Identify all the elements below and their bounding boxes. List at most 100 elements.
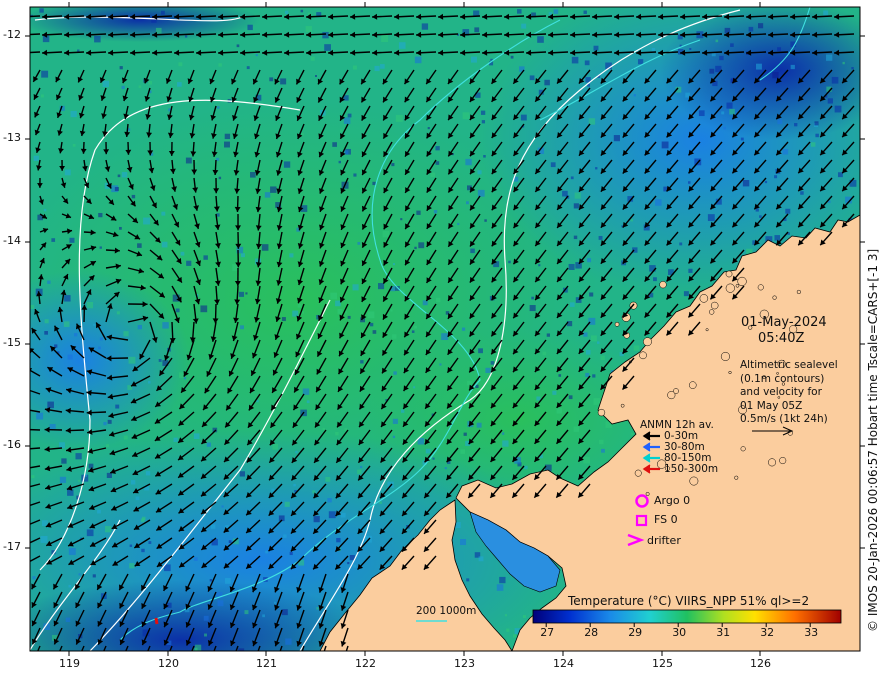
speckle-pixel	[244, 610, 249, 615]
colorbar-tick-label: 31	[716, 626, 731, 639]
speckle-pixel	[484, 219, 487, 222]
speckle-pixel	[148, 541, 152, 544]
speckle-pixel	[40, 535, 48, 543]
speckle-pixel	[508, 260, 511, 264]
speckle-pixel	[347, 561, 350, 565]
speckle-pixel	[47, 401, 54, 409]
speckle-pixel	[851, 67, 854, 70]
speckle-pixel	[630, 218, 633, 222]
speckle-pixel	[40, 94, 44, 98]
speckle-pixel	[218, 176, 222, 180]
speckle-pixel	[814, 121, 819, 126]
map-svg	[25, 2, 865, 656]
x-tick-label: 123	[454, 657, 475, 670]
speckle-pixel	[94, 35, 101, 43]
speckle-pixel	[790, 64, 795, 70]
speckle-pixel	[729, 108, 735, 115]
speckle-pixel	[41, 520, 48, 527]
description-line: 01 May 05Z	[740, 399, 803, 412]
x-tick-label: 120	[158, 657, 179, 670]
x-tick-label: 126	[750, 657, 771, 670]
speckle-pixel	[343, 117, 351, 124]
island	[720, 351, 730, 362]
speckle-pixel	[297, 303, 302, 308]
y-tick-label: -15	[3, 336, 21, 349]
speckle-pixel	[444, 467, 447, 470]
speckle-pixel	[537, 36, 544, 43]
speckle-pixel	[600, 355, 605, 361]
speckle-pixel	[61, 458, 67, 464]
island	[689, 476, 699, 486]
speckle-pixel	[588, 118, 596, 125]
speckle-pixel	[280, 78, 287, 85]
speckle-pixel	[353, 564, 357, 568]
speckle-pixel	[772, 71, 779, 79]
speckle-pixel	[826, 54, 833, 61]
island	[705, 328, 709, 332]
speckle-pixel	[330, 292, 338, 300]
speckle-pixel	[595, 167, 598, 170]
speckle-pixel	[435, 146, 440, 151]
island	[740, 446, 746, 452]
speckle-pixel	[107, 419, 112, 424]
island	[645, 492, 650, 496]
speckle-pixel	[86, 529, 94, 537]
speckle-pixel	[566, 320, 573, 327]
speckle-pixel	[240, 325, 244, 330]
speckle-pixel	[352, 284, 359, 291]
speckle-pixel	[414, 246, 417, 250]
speckle-pixel	[538, 264, 541, 267]
speckle-pixel	[707, 214, 715, 222]
description-line: 0.5m/s (1kt 24h)	[740, 413, 828, 425]
speckle-pixel	[477, 189, 485, 197]
speckle-pixel	[271, 488, 275, 492]
speckle-pixel	[585, 350, 591, 355]
speckle-pixel	[593, 45, 599, 51]
speckle-pixel	[585, 372, 590, 377]
speckle-pixel	[33, 155, 39, 162]
speckle-pixel	[116, 311, 120, 315]
speckle-pixel	[332, 142, 337, 147]
speckle-pixel	[67, 354, 73, 360]
speckle-pixel	[30, 304, 35, 309]
speckle-pixel	[393, 263, 396, 266]
speckle-pixel	[558, 374, 562, 377]
speckle-pixel	[512, 634, 517, 638]
speckle-pixel	[774, 235, 781, 241]
speckle-pixel	[374, 65, 380, 72]
speckle-pixel	[119, 66, 123, 70]
speckle-pixel	[335, 300, 341, 307]
speckle-pixel	[39, 8, 44, 13]
speckle-pixel	[719, 55, 724, 61]
speckle-pixel	[483, 155, 486, 158]
speckle-pixel	[283, 534, 287, 538]
speckle-pixel	[31, 475, 35, 479]
speckle-pixel	[774, 175, 778, 179]
speckle-pixel	[372, 330, 377, 334]
speckle-pixel	[831, 76, 839, 84]
island	[768, 458, 777, 467]
speckle-pixel	[217, 106, 220, 109]
speckle-pixel	[800, 191, 804, 195]
speckle-pixel	[430, 172, 436, 178]
speckle-pixel	[466, 578, 470, 582]
speckle-pixel	[461, 327, 466, 331]
speckle-pixel	[177, 82, 182, 87]
speckle-pixel	[203, 615, 209, 621]
speckle-pixel	[270, 186, 277, 193]
description-line: and velocity for	[740, 386, 822, 398]
speckle-pixel	[553, 9, 559, 14]
speckle-pixel	[583, 10, 587, 14]
speckle-pixel	[723, 126, 726, 130]
speckle-pixel	[536, 396, 541, 401]
drifter-label: drifter	[647, 534, 681, 547]
speckle-pixel	[556, 408, 562, 414]
speckle-pixel	[460, 539, 467, 546]
speckle-pixel	[504, 614, 508, 617]
speckle-pixel	[414, 325, 417, 329]
speckle-pixel	[427, 127, 430, 130]
speckle-pixel	[715, 39, 719, 43]
speckle-pixel	[347, 113, 352, 118]
speckle-pixel	[117, 174, 121, 178]
speckle-pixel	[653, 277, 657, 282]
